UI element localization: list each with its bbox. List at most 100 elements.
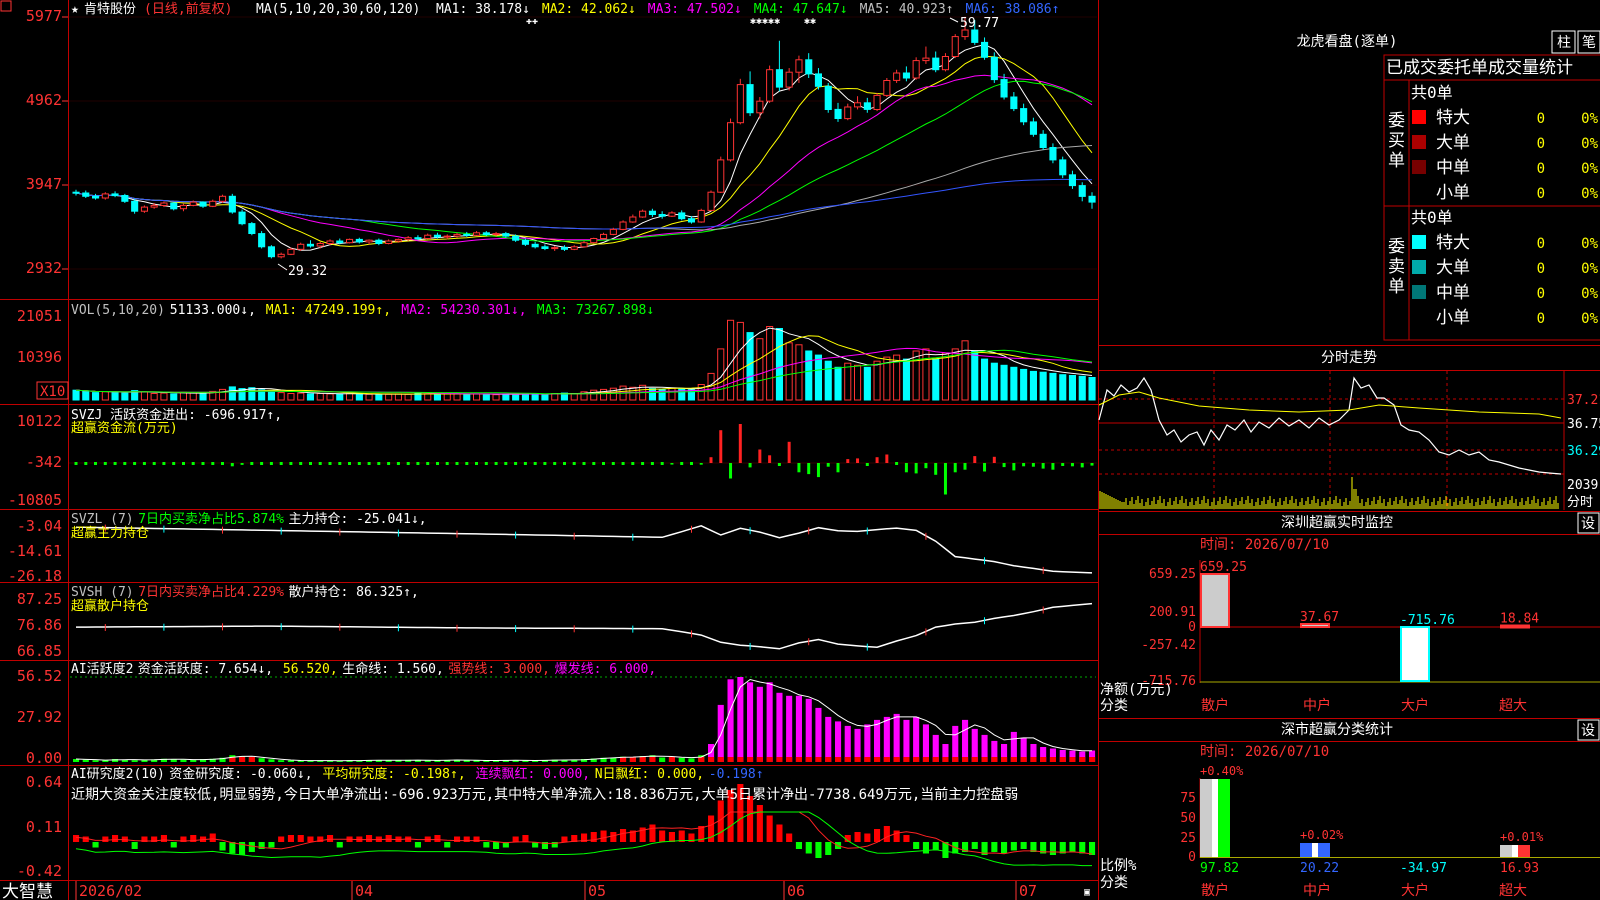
svzj-dot	[621, 462, 625, 465]
order-count: 0	[1537, 236, 1545, 252]
research-bar	[209, 833, 216, 842]
frame-lines	[0, 0, 1099, 900]
ai-activity-panel[interactable]: 56.52 27.92 0.00 AI活跃度2 资金活跃度: 7.654↓, 56.…	[17, 661, 1096, 767]
volume-bar	[463, 393, 471, 401]
lock-icon[interactable]: ▣	[1084, 887, 1090, 898]
order-pct: 0%	[1581, 311, 1598, 327]
research-bar	[805, 842, 812, 854]
signal-flag: ✱✱✱✱✱	[750, 16, 780, 27]
sz-monitor-panel[interactable]: 深圳超赢实时监控 设 时间: 2026/07/10 659.25 200.910 -…	[1098, 511, 1600, 715]
svzj-dot	[289, 462, 293, 465]
svzj-dot	[260, 462, 264, 465]
header-text: 平均研究度: -0.198↑,	[322, 766, 465, 782]
sz-class-top-label: +0.01%	[1500, 830, 1544, 844]
candle-body	[990, 56, 998, 81]
candle-body	[453, 233, 461, 237]
research-bar	[874, 829, 881, 842]
volume-bar	[433, 393, 441, 401]
stock-name[interactable]: 肯特股份	[84, 2, 136, 17]
sz-class-panel[interactable]: 深市超赢分类统计 设 时间: 2026/07/10 75 50 25 0 +0.40% 9…	[1098, 718, 1600, 900]
svzj-dot	[445, 462, 449, 465]
candle-body	[346, 238, 354, 244]
research-comment: 近期大资金关注度较低,明显弱势,今日大单净流出:-696.923万元,其中特大单…	[71, 786, 1018, 803]
close-box-icon[interactable]	[0, 0, 12, 12]
ai-bar-base	[717, 757, 724, 762]
dragon-tiger-panel[interactable]: 龙虎看盘(逐单) 柱 笔 已成交委托单成交量统计 委买单 委卖单 共0单 共0单…	[1297, 30, 1600, 341]
volume-bar	[981, 358, 989, 401]
chart-mode[interactable]: (日线,前复权)	[144, 1, 232, 17]
candlesticks[interactable]	[72, 16, 1096, 259]
research-panel[interactable]: 0.64 0.11 -0.42 AI研究度2(10) 资金研究度: -0.060↓…	[17, 766, 1096, 880]
ai-bar-base	[698, 757, 705, 762]
svsh-panel[interactable]: 87.25 76.86 66.85 SVSH (7) 7日内买卖净占比4.229%…	[17, 584, 1093, 660]
favorite-star-icon[interactable]: ★	[71, 2, 79, 17]
svzj-dot	[348, 462, 351, 465]
svsh-line	[76, 602, 1093, 651]
svzj-dot	[436, 462, 439, 465]
ai-bar-base	[756, 757, 763, 762]
intraday-panel[interactable]: 分时走势 37.21 36.75 36.29 2039 分时	[1098, 345, 1600, 511]
ai-bar-base	[1020, 757, 1027, 762]
ai-bar	[727, 679, 734, 762]
candle-body	[258, 233, 266, 248]
svzl-panel[interactable]: -3.04 -14.61 -26.18 SVZL (7) 7日内买卖净占比5.87…	[8, 511, 1093, 585]
ai-bar-base	[805, 757, 812, 762]
ai-bar-base	[239, 757, 246, 762]
candle-body	[805, 59, 813, 75]
candle-body	[1020, 108, 1028, 123]
price-y-tick: 2932	[26, 259, 62, 277]
sz-class-y-tick: 0	[1188, 850, 1196, 865]
candle	[697, 208, 705, 223]
candle-body	[160, 202, 168, 206]
buy-rows: 特大 0 0% 大单 0 0% 中单 0 0% 小单 0 0%	[1412, 108, 1599, 203]
svzj-dot	[377, 462, 381, 465]
volume-bar	[902, 358, 911, 401]
sz-monitor-date: 时间: 2026/07/10	[1200, 537, 1329, 553]
candle	[570, 245, 578, 251]
candle-body	[981, 41, 989, 58]
price-panel[interactable]: 5977 4962 3947 2932 59.77 29.32 ★ 肯特股份 (…	[0, 0, 1097, 279]
ai-bar-base	[864, 757, 871, 762]
candle	[219, 194, 227, 203]
svzl-y-tick: -3.04	[17, 517, 62, 535]
candle	[805, 53, 813, 78]
svzj-panel[interactable]: 10122 -342 -10805 SVZJ 活跃资金进出: -696.917↑…	[8, 407, 1097, 509]
intraday-grid	[1099, 371, 1565, 510]
candle-body	[570, 246, 578, 250]
sz-monitor-value: 37.67	[1300, 610, 1339, 625]
header-text: MA2: 42.062↓	[542, 2, 636, 17]
header-text: MA1: 38.178↓	[436, 2, 530, 17]
sz-monitor-value: 659.25	[1200, 560, 1247, 575]
ai-bar-base	[854, 757, 861, 762]
header-text: AI研究度2(10)	[71, 766, 165, 782]
volume-bar	[1010, 366, 1018, 401]
volume-bar	[922, 348, 930, 401]
volume-bar	[170, 393, 178, 401]
candle-body	[101, 193, 109, 199]
ai-bar-base	[1049, 757, 1056, 762]
volume-panel[interactable]: 21051 10396 X10 VOL(5,10,20) 51133.000↓, M…	[17, 303, 1096, 401]
svzj-dot	[211, 462, 215, 465]
ma-config[interactable]: MA(5,10,20,30,60,120)	[256, 2, 420, 17]
research-bar	[463, 836, 470, 842]
candle-body	[883, 80, 891, 96]
ai-bar-base	[932, 757, 939, 762]
vertical-char: 单	[1388, 151, 1405, 171]
candle-body	[443, 235, 451, 238]
ai-bar-base	[922, 757, 929, 762]
research-y-tick: 0.11	[26, 818, 62, 836]
candle-body	[560, 247, 569, 250]
header-text: 资金研究度: -0.060↓,	[169, 766, 312, 782]
ai-bar-base	[883, 757, 890, 762]
candle-body	[482, 232, 490, 236]
candle	[619, 220, 627, 231]
candle-body	[922, 57, 930, 62]
volume-bar	[766, 326, 774, 401]
candle-body	[92, 195, 100, 199]
volume-bar	[336, 393, 344, 401]
sell-orders-title: 委卖单	[1388, 237, 1405, 297]
ai-bar	[893, 713, 900, 762]
candle-body	[433, 234, 441, 238]
candle	[912, 57, 920, 80]
candle-body	[521, 239, 530, 245]
